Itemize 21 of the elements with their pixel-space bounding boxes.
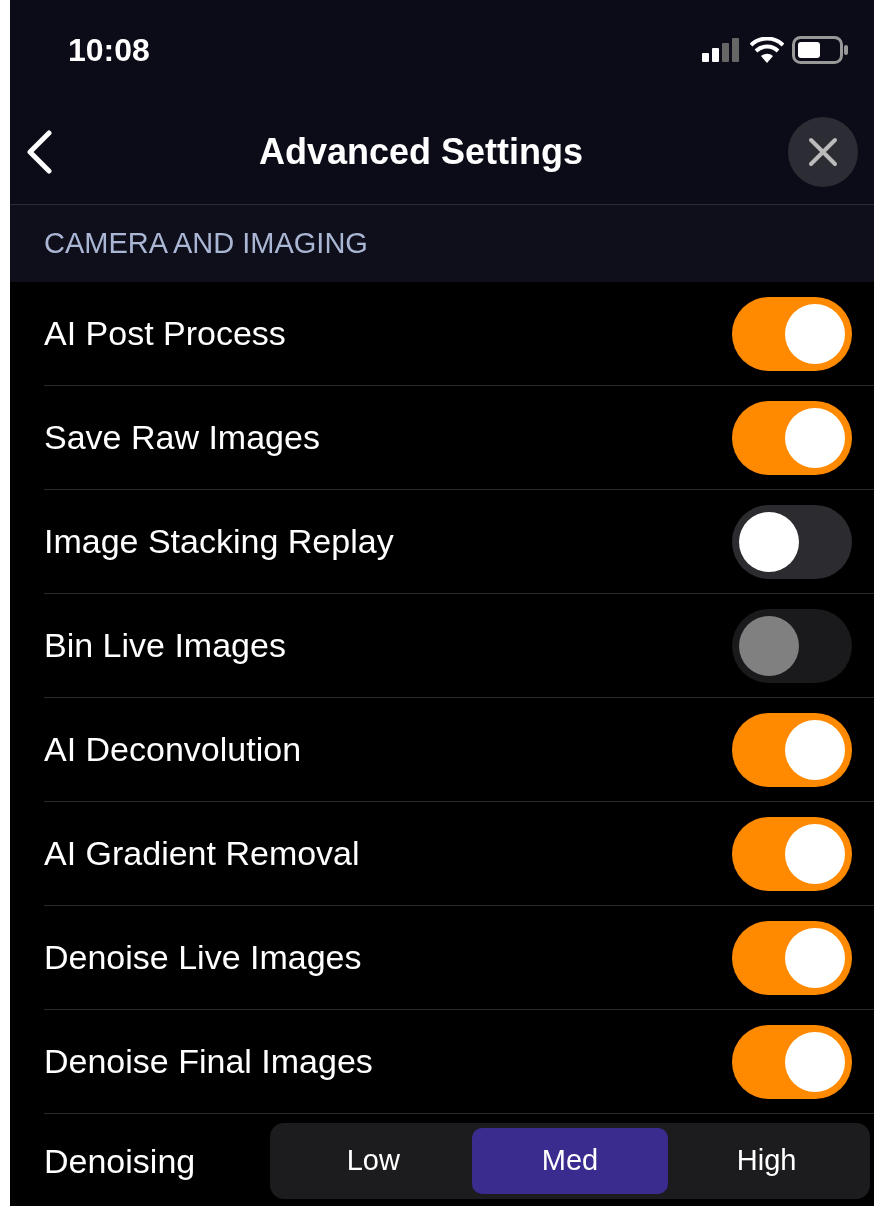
status-time: 10:08 xyxy=(68,31,150,70)
battery-icon xyxy=(792,36,848,64)
segment-option[interactable]: Med xyxy=(471,1128,669,1194)
back-button[interactable] xyxy=(24,130,54,174)
screen-title: Advanced Settings xyxy=(258,130,584,174)
segment-option[interactable]: High xyxy=(668,1128,865,1194)
setting-label: Denoise Final Images xyxy=(44,1041,373,1082)
setting-label: Denoise Live Images xyxy=(44,937,362,978)
setting-label: AI Deconvolution xyxy=(44,729,302,770)
setting-label: Save Raw Images xyxy=(44,417,320,458)
back-icon xyxy=(24,130,54,174)
setting-label: Denoising xyxy=(44,1140,196,1182)
wifi-icon xyxy=(750,37,784,63)
signal-icon xyxy=(702,38,742,62)
setting-label: AI Gradient Removal xyxy=(44,833,360,874)
setting-label: AI Post Process xyxy=(44,313,286,354)
setting-label: Bin Live Images xyxy=(44,625,286,666)
setting-label: Image Stacking Replay xyxy=(44,521,394,562)
close-icon xyxy=(808,137,838,167)
section-header: CAMERA AND IMAGING xyxy=(44,225,368,261)
segment-option[interactable]: Low xyxy=(275,1128,472,1194)
